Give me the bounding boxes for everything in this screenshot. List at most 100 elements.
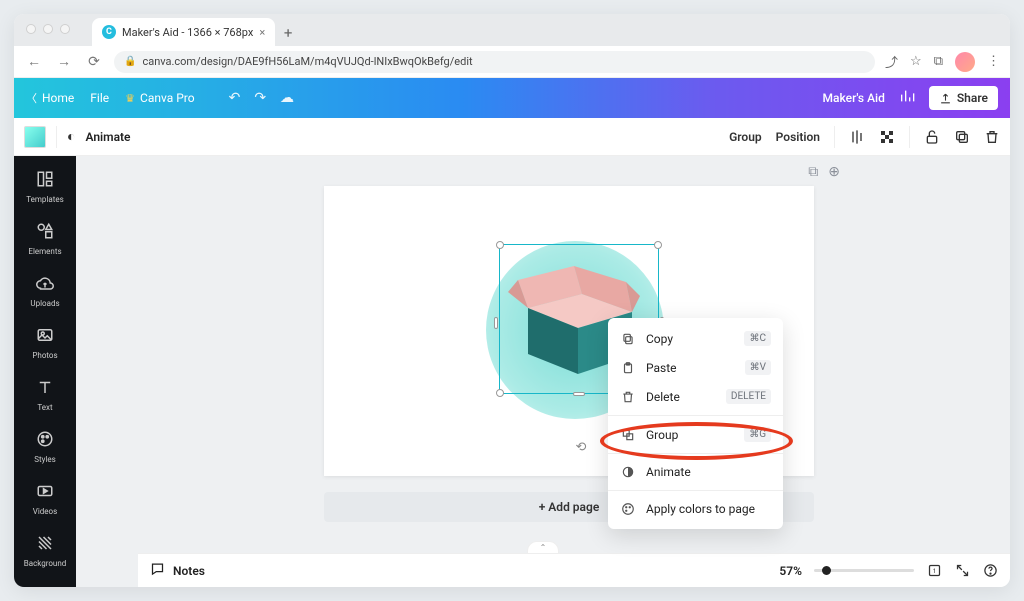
animate-icon xyxy=(620,465,636,479)
effects-icon[interactable] xyxy=(849,129,865,145)
add-page-icon[interactable]: ⊕ xyxy=(828,164,840,180)
undo-button[interactable]: ↶ xyxy=(229,90,241,106)
sidebar-item-background[interactable]: Background xyxy=(14,528,76,574)
context-delete[interactable]: Delete DELETE xyxy=(608,382,783,411)
shortcut-label: DELETE xyxy=(726,389,771,404)
sidebar-item-text[interactable]: Text xyxy=(14,372,76,418)
back-to-home-button[interactable]: 〈 Home xyxy=(26,90,74,106)
lock-icon[interactable] xyxy=(924,129,940,145)
close-tab-icon[interactable]: × xyxy=(259,26,265,39)
fullscreen-window-icon[interactable] xyxy=(60,24,70,34)
context-animate[interactable]: Animate xyxy=(608,458,783,486)
animate-button[interactable]: Animate xyxy=(85,130,130,144)
file-menu-button[interactable]: File xyxy=(90,91,109,105)
resize-handle-left[interactable] xyxy=(494,317,498,329)
zoom-value[interactable]: 57% xyxy=(779,564,802,578)
page-strip-toggle[interactable]: ⌃ xyxy=(527,541,559,553)
elements-icon xyxy=(36,222,54,244)
resize-handle-bottom[interactable] xyxy=(573,392,585,396)
copy-icon[interactable] xyxy=(954,129,970,145)
help-icon[interactable] xyxy=(982,563,998,579)
swap-icon[interactable]: ⟲ xyxy=(570,436,592,458)
context-item-label: Paste xyxy=(646,361,735,375)
window-controls[interactable] xyxy=(26,24,70,34)
close-window-icon[interactable] xyxy=(26,24,36,34)
browser-menu-icon[interactable]: ⋮ xyxy=(987,54,1000,69)
styles-icon xyxy=(36,430,54,452)
context-item-label: Group xyxy=(646,428,734,442)
context-paste[interactable]: Paste ⌘V xyxy=(608,353,783,382)
context-apply-colors[interactable]: Apply colors to page xyxy=(608,495,783,523)
transparency-icon[interactable] xyxy=(879,129,895,145)
sidebar-item-templates[interactable]: Templates xyxy=(14,164,76,210)
url-input[interactable]: 🔒 canva.com/design/DAE9fH56LaM/m4qVUJQd-… xyxy=(114,51,875,73)
separator xyxy=(608,415,783,416)
app-header: 〈 Home File ♛ Canva Pro ↶ ↷ ☁ Maker's Ai… xyxy=(14,78,1010,118)
sidebar-item-styles[interactable]: Styles xyxy=(14,424,76,470)
back-button[interactable]: ← xyxy=(24,53,44,70)
profile-avatar-icon[interactable] xyxy=(955,52,975,72)
sidebar-item-videos[interactable]: Videos xyxy=(14,476,76,522)
separator xyxy=(909,126,910,148)
position-button[interactable]: Position xyxy=(776,130,820,144)
context-item-label: Apply colors to page xyxy=(646,502,771,516)
new-tab-button[interactable]: + xyxy=(275,20,301,46)
fullscreen-icon[interactable] xyxy=(954,563,970,579)
apps-icon xyxy=(36,586,54,587)
paste-icon xyxy=(620,361,636,375)
document-title[interactable]: Maker's Aid xyxy=(823,91,885,105)
sidebar-item-apps[interactable]: All your de... xyxy=(14,580,76,587)
add-page-label: + Add page xyxy=(539,500,600,514)
trash-icon[interactable] xyxy=(984,129,1000,145)
sidebar-item-label: Background xyxy=(24,559,67,568)
sidebar-item-photos[interactable]: Photos xyxy=(14,320,76,366)
bookmark-icon[interactable]: ☆ xyxy=(910,54,922,69)
context-item-label: Delete xyxy=(646,390,716,404)
sidebar-item-uploads[interactable]: Uploads xyxy=(14,268,76,314)
resize-handle-tr[interactable] xyxy=(654,241,662,249)
separator xyxy=(56,126,57,148)
design-toolbar: ◐ Animate Group Position xyxy=(14,118,1010,156)
shortcut-label: ⌘G xyxy=(744,427,771,442)
browser-tab[interactable]: C Maker's Aid - 1366 × 768px × xyxy=(92,18,275,46)
notes-button[interactable]: Notes xyxy=(150,561,205,580)
zoom-slider-thumb[interactable] xyxy=(822,566,831,575)
group-button[interactable]: Group xyxy=(729,130,762,144)
browser-address-bar: ← → ⟳ 🔒 canva.com/design/DAE9fH56LaM/m4q… xyxy=(14,46,1010,78)
sidebar-item-elements[interactable]: Elements xyxy=(14,216,76,262)
sidebar-item-label: Videos xyxy=(33,507,57,516)
copy-icon xyxy=(620,332,636,346)
trash-icon xyxy=(620,390,636,404)
forward-button[interactable]: → xyxy=(54,53,74,70)
text-icon xyxy=(36,378,54,400)
cloud-sync-icon[interactable]: ☁ xyxy=(280,90,294,106)
svg-text:1: 1 xyxy=(932,567,936,575)
minimize-window-icon[interactable] xyxy=(43,24,53,34)
separator xyxy=(834,126,835,148)
uploads-icon xyxy=(36,274,54,296)
reload-button[interactable]: ⟳ xyxy=(84,54,104,70)
context-copy[interactable]: Copy ⌘C xyxy=(608,324,783,353)
sidebar-item-label: Templates xyxy=(26,195,63,204)
zoom-slider[interactable] xyxy=(814,569,914,572)
canvas-area[interactable]: ⧉ ⊕ xyxy=(76,156,1010,587)
pro-label: Canva Pro xyxy=(140,91,195,105)
extensions-icon[interactable]: ⧉ xyxy=(934,54,943,69)
tab-title: Maker's Aid - 1366 × 768px xyxy=(122,26,253,39)
templates-icon xyxy=(36,170,54,192)
color-swatch[interactable] xyxy=(24,126,46,148)
canva-pro-button[interactable]: ♛ Canva Pro xyxy=(125,91,194,105)
duplicate-page-icon[interactable]: ⧉ xyxy=(808,164,818,180)
side-panel: Templates Elements Uploads Photos Text S… xyxy=(14,156,76,587)
share-url-icon[interactable]: ⤴ xyxy=(885,52,898,71)
shortcut-label: ⌘V xyxy=(745,360,771,375)
footer-bar: Notes 57% 1 xyxy=(138,553,1010,587)
page-indicator[interactable]: 1 xyxy=(926,563,942,579)
resize-handle-bl[interactable] xyxy=(496,389,504,397)
context-group[interactable]: Group ⌘G xyxy=(608,420,783,449)
insights-icon[interactable] xyxy=(899,88,915,108)
redo-button[interactable]: ↷ xyxy=(254,90,266,106)
home-label: Home xyxy=(42,91,74,105)
resize-handle-tl[interactable] xyxy=(496,241,504,249)
share-button[interactable]: Share xyxy=(929,86,998,110)
